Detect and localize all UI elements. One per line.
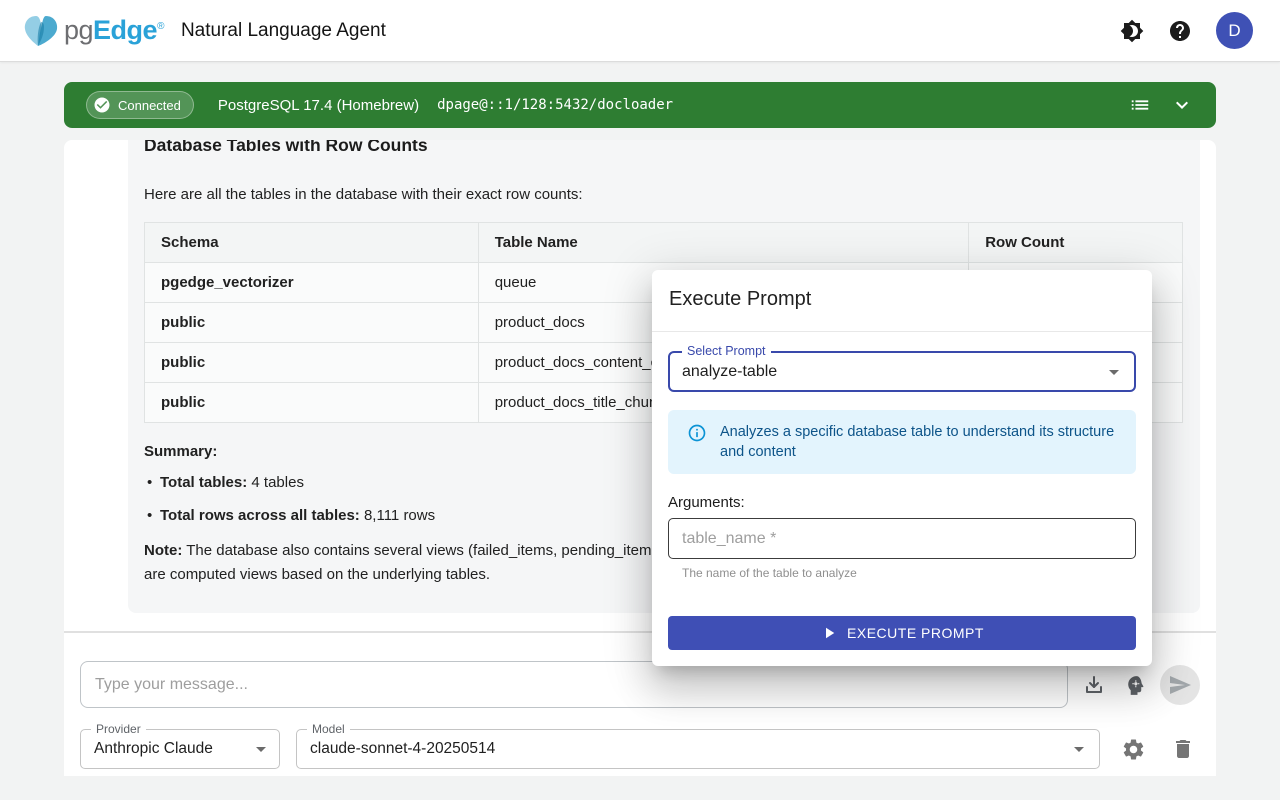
execute-prompt-button-label: EXECUTE PROMPT <box>847 625 984 641</box>
schema-cell: public <box>145 303 479 343</box>
bullet-bold: Total rows across all tables: <box>160 507 360 524</box>
psychology-icon[interactable] <box>1123 673 1148 703</box>
provider-label: Provider <box>91 722 146 736</box>
message-intro: Here are all the tables in the database … <box>144 185 1184 205</box>
help-icon[interactable] <box>1168 19 1192 43</box>
connection-banner: Connected PostgreSQL 17.4 (Homebrew) dpa… <box>64 82 1216 128</box>
execute-prompt-button[interactable]: EXECUTE PROMPT <box>668 616 1136 650</box>
brand-edge: Edge <box>93 15 157 45</box>
download-icon[interactable] <box>1082 673 1106 702</box>
brand-registered-mark: ® <box>157 21 164 32</box>
dropdown-arrow-icon <box>1067 737 1091 766</box>
table-header-row: Schema Table Name Row Count <box>145 223 1183 263</box>
app-header: pgEdge® Natural Language Agent D <box>0 0 1280 62</box>
connection-string: dpage@::1/128:5432/docloader <box>437 97 673 113</box>
dropdown-arrow-icon <box>1102 360 1126 389</box>
prompt-info-text: Analyzes a specific database table to un… <box>720 422 1120 474</box>
table-name-input[interactable] <box>668 518 1136 559</box>
column-header-schema: Schema <box>145 223 479 263</box>
check-circle-icon <box>93 96 111 114</box>
prompt-info-alert: Analyzes a specific database table to un… <box>668 410 1136 474</box>
arguments-label: Arguments: <box>668 494 745 511</box>
execute-prompt-dialog: Execute Prompt Select Prompt analyze-tab… <box>652 270 1152 666</box>
column-header-row-count: Row Count <box>969 223 1183 263</box>
model-select[interactable]: Model claude-sonnet-4-20250514 <box>296 729 1100 769</box>
chevron-down-icon[interactable] <box>1170 93 1194 117</box>
pgedge-heart-icon <box>20 10 62 52</box>
schema-cell: public <box>145 343 479 383</box>
connection-status-badge: Connected <box>86 91 194 119</box>
brand-pg: pg <box>64 15 93 45</box>
message-heading: Database Tables with Row Counts <box>144 140 1184 158</box>
note-bold: Note: <box>144 542 182 559</box>
note-line2: are computed views based on the underlyi… <box>144 566 490 583</box>
dialog-divider <box>652 331 1152 332</box>
info-icon <box>687 423 707 474</box>
dropdown-arrow-icon <box>249 737 273 766</box>
send-icon <box>1168 673 1192 697</box>
message-input[interactable] <box>80 661 1068 708</box>
page-title: Natural Language Agent <box>181 20 386 42</box>
user-avatar[interactable]: D <box>1216 12 1253 49</box>
input-helper-text: The name of the table to analyze <box>682 566 857 580</box>
dark-mode-icon[interactable] <box>1120 19 1144 43</box>
dialog-title: Execute Prompt <box>669 288 811 311</box>
schema-cell: pgedge_vectorizer <box>145 263 479 303</box>
send-button[interactable] <box>1160 665 1200 705</box>
brand-wordmark: pgEdge® <box>64 15 164 46</box>
pgedge-logo: pgEdge® <box>20 10 164 52</box>
server-version-label: PostgreSQL 17.4 (Homebrew) <box>218 97 419 114</box>
bullet-text: 8,111 rows <box>360 507 435 524</box>
settings-gear-icon[interactable] <box>1121 737 1146 767</box>
bullet-bold: Total tables: <box>160 474 247 491</box>
schema-cell: public <box>145 383 479 423</box>
bullet-text: 4 tables <box>247 474 304 491</box>
model-label: Model <box>307 722 350 736</box>
select-prompt-label: Select Prompt <box>682 344 771 358</box>
trash-icon[interactable] <box>1171 737 1195 766</box>
model-value: claude-sonnet-4-20250514 <box>297 730 1099 768</box>
provider-select[interactable]: Provider Anthropic Claude <box>80 729 280 769</box>
column-header-table-name: Table Name <box>478 223 969 263</box>
queue-list-icon[interactable] <box>1128 93 1152 117</box>
connection-status-label: Connected <box>118 98 181 113</box>
select-prompt-value: analyze-table <box>670 353 1134 390</box>
select-prompt-dropdown[interactable]: Select Prompt analyze-table <box>668 351 1136 392</box>
play-icon <box>820 624 838 642</box>
